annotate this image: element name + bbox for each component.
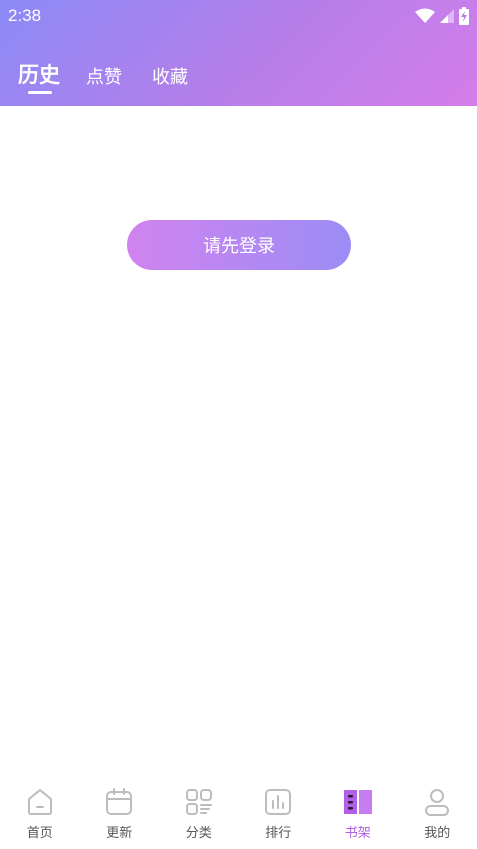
status-bar: 2:38: [0, 0, 477, 32]
tab-bar: 历史 点赞 收藏: [0, 56, 477, 96]
wifi-icon: [415, 8, 435, 24]
nav-label-updates: 更新: [106, 826, 133, 841]
ranking-chart-icon: [262, 786, 294, 818]
profile-icon: [421, 786, 453, 818]
battery-charging-icon: [459, 7, 469, 25]
nav-label-bookshelf: 书架: [344, 826, 371, 841]
bookshelf-icon: [342, 786, 374, 818]
tab-history[interactable]: 历史: [18, 59, 60, 89]
nav-item-updates[interactable]: 更新: [80, 777, 160, 849]
nav-label-home: 首页: [26, 826, 53, 841]
category-grid-icon: [183, 786, 215, 818]
nav-item-ranking[interactable]: 排行: [239, 777, 319, 849]
nav-item-home[interactable]: 首页: [0, 777, 80, 849]
login-button[interactable]: 请先登录: [127, 220, 351, 270]
status-icons: [415, 6, 469, 26]
nav-label-ranking: 排行: [265, 826, 292, 841]
nav-label-profile: 我的: [424, 826, 451, 841]
calendar-icon: [103, 786, 135, 818]
cell-signal-icon: [439, 8, 455, 24]
bottom-nav: 首页 更新 分类 排行 书架 我的: [0, 777, 477, 849]
tab-likes[interactable]: 点赞: [86, 63, 122, 89]
status-time: 2:38: [8, 6, 42, 25]
tab-active-indicator: [28, 91, 52, 94]
nav-item-bookshelf[interactable]: 书架: [318, 777, 398, 849]
nav-item-categories[interactable]: 分类: [159, 777, 239, 849]
tab-favorites[interactable]: 收藏: [152, 63, 188, 89]
app-header: 2:38 历史 点赞 收藏: [0, 0, 477, 106]
home-icon: [24, 786, 56, 818]
nav-item-profile[interactable]: 我的: [398, 777, 477, 849]
nav-label-categories: 分类: [185, 826, 212, 841]
